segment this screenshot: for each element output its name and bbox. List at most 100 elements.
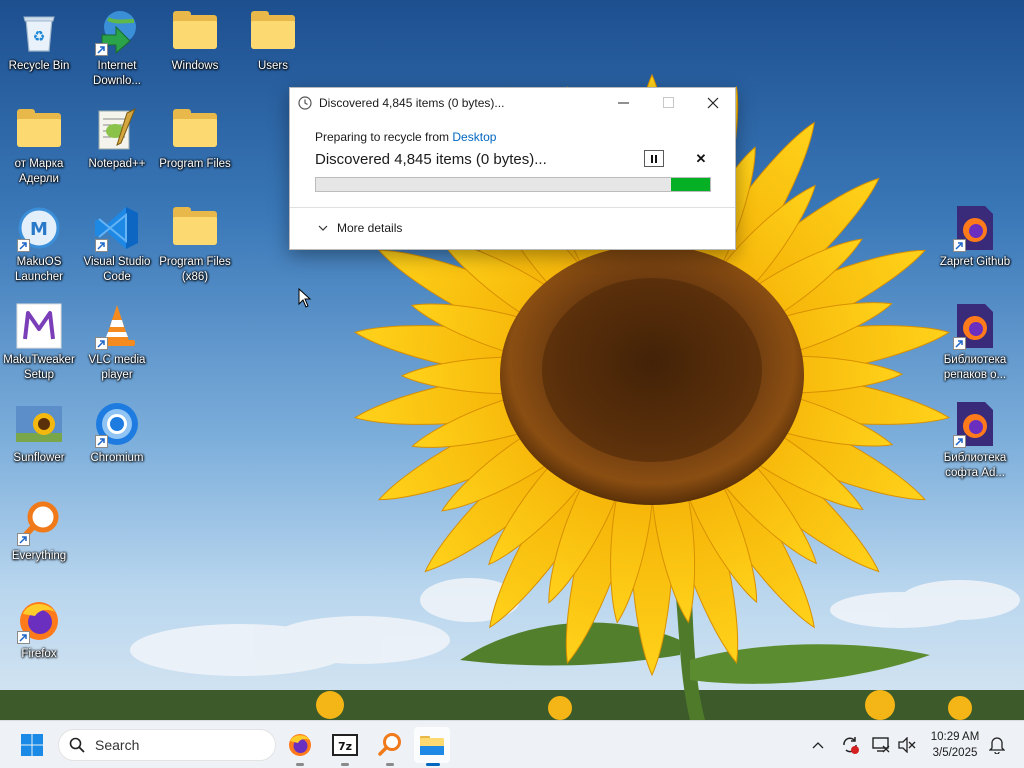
progress-bar (315, 177, 711, 192)
running-indicator (386, 763, 394, 766)
pause-button[interactable] (644, 150, 664, 167)
folder-icon (171, 106, 219, 154)
chromium-icon (93, 400, 141, 448)
recycle-bin-icon: ♻ (15, 8, 63, 56)
vlc-icon (93, 302, 141, 350)
clock-icon (298, 95, 312, 110)
desktop-icon-label: Program Files (x86) (159, 256, 231, 283)
folder-icon (249, 8, 297, 56)
desktop-icon-label: Internet Downlo... (93, 60, 141, 87)
taskbar-search-box[interactable]: Search (58, 729, 276, 761)
chevron-up-icon (812, 742, 824, 749)
desktop-icon-label: Everything (11, 550, 67, 562)
desktop-icon-software-library[interactable]: Библиотека софта Ad... (936, 400, 1014, 481)
desktop-icon-label: Firefox (21, 648, 57, 660)
divider (290, 207, 735, 208)
minimize-icon (617, 102, 629, 104)
close-icon (707, 97, 719, 108)
svg-text:♻: ♻ (33, 29, 46, 45)
maximize-icon (662, 97, 674, 108)
desktop-icon-firefox[interactable]: Firefox (0, 596, 78, 662)
desktop-icon-label: Notepad++ (88, 158, 146, 170)
makutweaker-icon (15, 302, 63, 350)
recycle-progress-dialog[interactable]: Discovered 4,845 items (0 bytes)... Prep… (289, 87, 736, 250)
more-details-label: More details (337, 221, 403, 235)
network-disconnected-icon (872, 737, 890, 753)
pause-icon (651, 154, 653, 163)
tray-network[interactable] (871, 735, 891, 755)
desktop-icon-chromium[interactable]: Chromium (78, 400, 156, 466)
desktop-icon-folder-program-files-x86[interactable]: Program Files (x86) (156, 204, 234, 285)
file-explorer-icon (420, 736, 444, 755)
running-indicator (426, 763, 440, 766)
desktop-icon-label: Visual Studio Code (83, 256, 151, 283)
notepad-plus-plus-icon (93, 106, 141, 154)
makuos-launcher-icon: M (15, 204, 63, 252)
desktop-icon-vlc[interactable]: VLC media player (78, 302, 156, 383)
running-indicator (296, 763, 304, 766)
bell-icon (989, 737, 1005, 754)
taskbar-clock[interactable]: 10:29 AM 3/5/2025 (924, 729, 986, 761)
source-location-link[interactable]: Desktop (452, 130, 496, 144)
clock-time: 10:29 AM (930, 731, 980, 743)
image-thumbnail-icon (15, 400, 63, 448)
preparing-prefix: Preparing to recycle from (315, 130, 453, 144)
desktop-icon-label: Chromium (90, 452, 144, 464)
desktop-icon-label: MakuTweaker Setup (3, 354, 75, 381)
desktop-icon-recycle-bin[interactable]: ♻ Recycle Bin (0, 8, 78, 74)
desktop-icon-makuos-launcher[interactable]: M MakuOS Launcher (0, 204, 78, 285)
desktop-icon-folder-program-files[interactable]: Program Files (156, 106, 234, 172)
notification-center-button[interactable] (987, 735, 1007, 755)
vscode-icon (93, 204, 141, 252)
desktop-icon-label: Windows (171, 60, 219, 72)
svg-text:7z: 7z (338, 740, 352, 753)
desktop-icon-folder-users[interactable]: Users (234, 8, 312, 74)
dialog-titlebar[interactable]: Discovered 4,845 items (0 bytes)... (290, 88, 735, 117)
tray-volume[interactable] (897, 735, 917, 755)
tray-sync-status[interactable] (840, 735, 860, 755)
desktop-icon-vscode[interactable]: Visual Studio Code (78, 204, 156, 285)
taskbar-app-firefox[interactable] (282, 727, 318, 766)
taskbar-app-everything[interactable] (372, 727, 408, 766)
taskbar-app-7zip[interactable]: 7z (327, 727, 363, 766)
firefox-icon (15, 596, 63, 644)
running-indicator (341, 763, 349, 766)
7zip-icon: 7z (332, 734, 358, 756)
desktop-icon-repack-library[interactable]: Библиотека репаков о... (936, 302, 1014, 383)
everything-search-icon (15, 498, 63, 546)
taskbar-app-file-explorer[interactable] (414, 727, 450, 766)
desktop-icon-folder-windows[interactable]: Windows (156, 8, 234, 74)
taskbar[interactable]: Search 7z 10:29 AM 3/5/2025 (0, 720, 1024, 768)
windows-logo-icon (21, 734, 43, 756)
search-placeholder: Search (95, 737, 140, 753)
folder-icon (15, 106, 63, 154)
firefox-shortcut-icon (951, 204, 999, 252)
firefox-shortcut-icon (951, 302, 999, 350)
everything-search-icon (378, 733, 401, 756)
firefox-icon (289, 734, 311, 756)
folder-icon (171, 8, 219, 56)
desktop-icon-label: Библиотека репаков о... (943, 354, 1007, 381)
close-button[interactable] (690, 88, 736, 117)
desktop-icon-everything[interactable]: Everything (0, 498, 78, 564)
cancel-operation-button[interactable]: ✕ (693, 150, 709, 167)
maximize-button[interactable] (645, 88, 691, 117)
start-button[interactable] (14, 727, 50, 763)
show-hidden-icons-button[interactable] (808, 735, 828, 755)
desktop-icon-folder-mark-aderli[interactable]: от Марка Адерли (0, 106, 78, 187)
desktop-icon-notepad-plus-plus[interactable]: Notepad++ (78, 106, 156, 172)
desktop-icon-label: VLC media player (88, 354, 146, 381)
desktop-icon-internet-download-manager[interactable]: Internet Downlo... (78, 8, 156, 89)
more-details-toggle[interactable]: More details (318, 221, 402, 235)
minimize-button[interactable] (600, 88, 646, 117)
desktop-icon-label: от Марка Адерли (14, 158, 64, 185)
mouse-cursor-icon (298, 288, 312, 308)
clock-date: 3/5/2025 (932, 747, 978, 759)
desktop-icon-zapret-github[interactable]: Zapret Github (936, 204, 1014, 270)
desktop-icon-label: Recycle Bin (8, 60, 70, 72)
desktop-icon-sunflower[interactable]: Sunflower (0, 400, 78, 466)
dialog-title: Discovered 4,845 items (0 bytes)... (319, 95, 505, 110)
desktop-icon-makutweaker[interactable]: MakuTweaker Setup (0, 302, 78, 383)
svg-text:M: M (30, 219, 48, 240)
internet-download-manager-icon (93, 8, 141, 56)
